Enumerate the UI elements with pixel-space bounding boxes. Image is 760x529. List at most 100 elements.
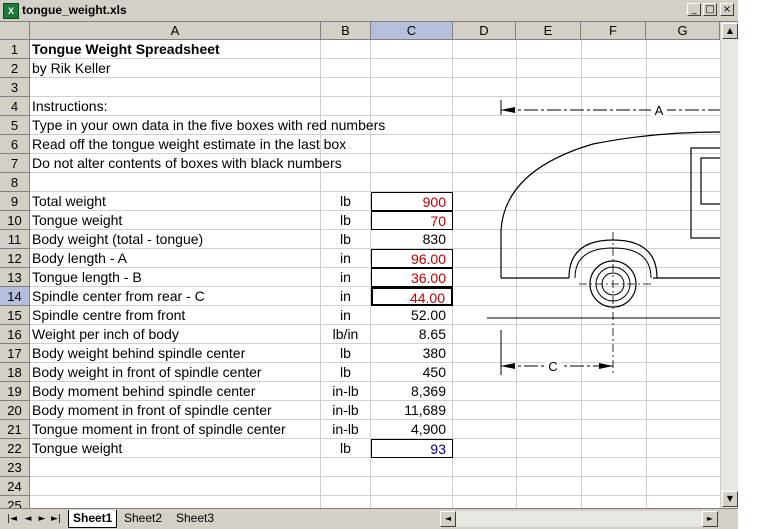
row-header[interactable]: 25	[0, 496, 30, 508]
cell-c8[interactable]	[371, 173, 453, 192]
cell-a6[interactable]: Read off the tongue weight estimate in t…	[30, 135, 346, 154]
cell-c20[interactable]: 11,689	[371, 401, 453, 420]
cell-b18[interactable]: lb	[321, 363, 371, 382]
prev-sheet-button[interactable]: ◄	[22, 512, 34, 526]
row-header[interactable]: 2	[0, 59, 30, 78]
cell-c17[interactable]: 380	[371, 344, 453, 363]
maximize-button[interactable]: □	[703, 3, 717, 16]
column-header-d[interactable]: D	[453, 22, 516, 40]
cell-b4[interactable]	[321, 97, 371, 116]
cell-c16[interactable]: 8.65	[371, 325, 453, 344]
cell-c6[interactable]	[371, 135, 453, 154]
row-header[interactable]: 22	[0, 439, 30, 458]
row-header[interactable]: 20	[0, 401, 30, 420]
cell-a15[interactable]: Spindle centre from front	[30, 306, 321, 325]
row-header[interactable]: 4	[0, 97, 30, 116]
cell-a20[interactable]: Body moment in front of spindle center	[30, 401, 321, 420]
cell-a2[interactable]: by Rik Keller	[30, 59, 321, 78]
cell-c22[interactable]: 93	[371, 439, 453, 458]
row-header[interactable]: 11	[0, 230, 30, 249]
cell-b1[interactable]	[321, 40, 371, 59]
row-header[interactable]: 21	[0, 420, 30, 439]
row-header[interactable]: 7	[0, 154, 30, 173]
cell-a21[interactable]: Tongue moment in front of spindle center	[30, 420, 321, 439]
cell-a12[interactable]: Body length - A	[30, 249, 321, 268]
column-header-a[interactable]: A	[30, 22, 321, 40]
cell-c7[interactable]	[371, 154, 453, 173]
cell-a14[interactable]: Spindle center from rear - C	[30, 287, 321, 306]
cell-c18[interactable]: 450	[371, 363, 453, 382]
cell-b24[interactable]	[321, 477, 371, 496]
cell-b25[interactable]	[321, 496, 371, 508]
worksheet-grid[interactable]: ABCDEFG 1 Tongue Weight Spreadsheet 2 by Ri…	[0, 22, 720, 508]
cell-a23[interactable]	[30, 458, 321, 477]
cell-a4[interactable]: Instructions:	[30, 97, 321, 116]
cell-b2[interactable]	[321, 59, 371, 78]
row-header[interactable]: 5	[0, 116, 30, 135]
scroll-right-button[interactable]: ►	[702, 511, 718, 527]
cell-a10[interactable]: Tongue weight	[30, 211, 321, 230]
cell-c11[interactable]: 830	[371, 230, 453, 249]
column-header-c[interactable]: C	[371, 22, 453, 40]
cell-b11[interactable]: lb	[321, 230, 371, 249]
row-header[interactable]: 14	[0, 287, 30, 306]
cell-b8[interactable]	[321, 173, 371, 192]
row-header[interactable]: 18	[0, 363, 30, 382]
cell-a16[interactable]: Weight per inch of body	[30, 325, 321, 344]
row-header[interactable]: 19	[0, 382, 30, 401]
cell-b3[interactable]	[321, 78, 371, 97]
cell-c1[interactable]	[371, 40, 453, 59]
cell-a19[interactable]: Body moment behind spindle center	[30, 382, 321, 401]
row-header[interactable]: 3	[0, 78, 30, 97]
column-header-f[interactable]: F	[581, 22, 646, 40]
row-header[interactable]: 16	[0, 325, 30, 344]
horizontal-scrollbar[interactable]: ◄ ►	[440, 511, 718, 527]
row-header[interactable]: 15	[0, 306, 30, 325]
row-header[interactable]: 13	[0, 268, 30, 287]
cell-a17[interactable]: Body weight behind spindle center	[30, 344, 321, 363]
cell-b10[interactable]: lb	[321, 211, 371, 230]
cell-a11[interactable]: Body weight (total - tongue)	[30, 230, 321, 249]
cell-a1[interactable]: Tongue Weight Spreadsheet	[30, 40, 321, 59]
input-cell-c10[interactable]: 70	[371, 211, 453, 230]
cell-a18[interactable]: Body weight in front of spindle center	[30, 363, 321, 382]
column-header-g[interactable]: G	[646, 22, 720, 40]
sheet-tab-sheet2[interactable]: Sheet2	[120, 510, 166, 527]
cell-b9[interactable]: lb	[321, 192, 371, 211]
cell-c23[interactable]	[371, 458, 453, 477]
select-all-corner[interactable]	[0, 22, 30, 40]
cell-a13[interactable]: Tongue length - B	[30, 268, 321, 287]
row-header[interactable]: 1	[0, 40, 30, 59]
cell-a24[interactable]	[30, 477, 321, 496]
sheet-tab-sheet3[interactable]: Sheet3	[172, 510, 218, 527]
cell-c19[interactable]: 8,369	[371, 382, 453, 401]
column-header-e[interactable]: E	[516, 22, 581, 40]
cell-b13[interactable]: in	[321, 268, 371, 287]
sheet-tab-sheet1[interactable]: Sheet1	[68, 510, 118, 528]
row-header[interactable]: 17	[0, 344, 30, 363]
cell-a9[interactable]: Total weight	[30, 192, 321, 211]
column-header-b[interactable]: B	[321, 22, 371, 40]
close-button[interactable]: ×	[720, 3, 734, 16]
row-header[interactable]: 12	[0, 249, 30, 268]
cell-b21[interactable]: in-lb	[321, 420, 371, 439]
cell-b12[interactable]: in	[321, 249, 371, 268]
cell-c2[interactable]	[371, 59, 453, 78]
row-header[interactable]: 24	[0, 477, 30, 496]
cell-b17[interactable]: lb	[321, 344, 371, 363]
cell-b22[interactable]: lb	[321, 439, 371, 458]
cell-b23[interactable]	[321, 458, 371, 477]
cell-a8[interactable]	[30, 173, 321, 192]
cell-b14[interactable]: in	[321, 287, 371, 306]
title-bar[interactable]: X tongue_weight.xls _ □ ×	[0, 0, 738, 22]
cell-a22[interactable]: Tongue weight	[30, 439, 321, 458]
cell-b15[interactable]: in	[321, 306, 371, 325]
cell-a5[interactable]: Type in your own data in the five boxes …	[30, 116, 385, 135]
cell-c25[interactable]	[371, 496, 453, 508]
cell-c21[interactable]: 4,900	[371, 420, 453, 439]
input-cell-c13[interactable]: 36.00	[371, 268, 453, 287]
row-header[interactable]: 8	[0, 173, 30, 192]
last-sheet-button[interactable]: ►|	[50, 512, 62, 526]
vertical-scrollbar[interactable]: ▲ ▼	[720, 22, 738, 508]
cell-c15[interactable]: 52.00	[371, 306, 453, 325]
